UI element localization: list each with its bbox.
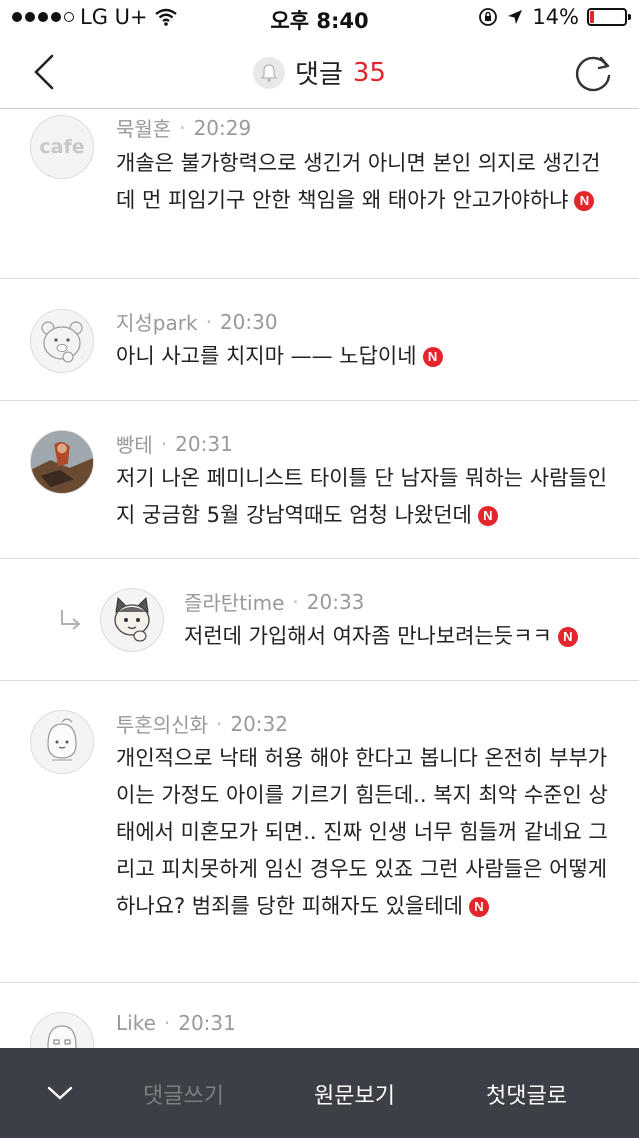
comment-time: 20:31 xyxy=(178,1011,236,1035)
first-comment-button[interactable]: 첫댓글로 xyxy=(486,1078,567,1110)
comment-author[interactable]: 빵테 xyxy=(116,429,153,458)
comment-text: 개인적으로 낙태 허용 해야 한다고 봅니다 온전히 부부가 이는 가정도 아이… xyxy=(116,746,608,918)
peach-avatar-icon xyxy=(47,718,77,761)
avatar-cafe-label: cafe xyxy=(39,136,85,158)
avatar[interactable] xyxy=(100,588,164,652)
refresh-button[interactable] xyxy=(571,52,615,96)
collapse-button[interactable] xyxy=(0,1048,120,1138)
comment-meta: Like · 20:31 xyxy=(116,1011,236,1035)
comment-item[interactable]: cafe 묵월혼 · 20:29 개솔은 불가항력으로 생긴거 아니면 본인 의… xyxy=(0,109,639,279)
comment-author[interactable]: 즐라탄time xyxy=(184,587,284,616)
comment-meta: 투혼의신화 · 20:32 xyxy=(116,709,288,738)
rotation-lock-icon xyxy=(479,8,498,26)
title-text: 댓글 xyxy=(295,60,343,90)
reply-arrow-icon xyxy=(61,610,81,630)
bottom-toolbar: 댓글쓰기 원문보기 첫댓글로 xyxy=(0,1048,639,1138)
comment-list: cafe 묵월혼 · 20:29 개솔은 불가항력으로 생긴거 아니면 본인 의… xyxy=(0,109,639,1083)
status-right: 14% xyxy=(478,5,631,29)
bear-avatar-icon xyxy=(41,321,83,363)
reply-item[interactable]: 즐라탄time · 20:33 저런데 가입해서 여자좀 만나보려는듯ㅋㅋ N xyxy=(0,559,639,681)
comment-time: 20:31 xyxy=(175,431,233,456)
comment-text: 저기 나온 페미니스트 타이틀 단 남자들 뭐하는 사람들인지 궁금함 5월 강… xyxy=(116,466,608,527)
n-badge-icon: N xyxy=(422,346,443,367)
comment-time: 20:32 xyxy=(230,711,288,736)
n-badge-icon: N xyxy=(477,505,498,526)
comment-time: 20:33 xyxy=(306,589,365,614)
comment-meta: 묵월혼 · 20:29 xyxy=(116,113,251,142)
battery-icon xyxy=(587,8,631,26)
n-badge-icon: N xyxy=(557,626,578,647)
comment-text: 저런데 가입해서 여자좀 만나보려는듯ㅋㅋ N xyxy=(184,618,611,655)
battery-percent: 14% xyxy=(532,5,579,29)
status-bar: LG U+ 오후 8:40 14% xyxy=(0,0,639,36)
n-badge-icon: N xyxy=(468,896,489,917)
comment-item[interactable]: 지성park · 20:30 아니 사고를 치지마 —— 노답이네 N xyxy=(0,279,639,401)
comment-meta: 즐라탄time · 20:33 xyxy=(184,587,364,616)
comment-author[interactable]: Like xyxy=(116,1011,156,1035)
cat-avatar-icon xyxy=(114,596,150,642)
avatar[interactable] xyxy=(30,430,94,494)
comment-text: 개솔은 불가항력으로 생긴거 아니면 본인 의지로 생긴건데 먼 피임기구 안한… xyxy=(116,151,601,212)
chevron-down-icon xyxy=(47,1086,73,1100)
bell-icon[interactable] xyxy=(253,56,286,89)
comment-text: 아니 사고를 치지마 —— 노답이네 N xyxy=(116,338,611,375)
comment-author[interactable]: 묵월혼 xyxy=(116,113,171,142)
comment-author[interactable]: 지성park xyxy=(116,307,198,336)
comment-item[interactable]: 투혼의신화 · 20:32 개인적으로 낙태 허용 해야 한다고 봅니다 온전히… xyxy=(0,681,639,983)
write-comment-button[interactable]: 댓글쓰기 xyxy=(143,1078,224,1110)
page-title: 댓글 35 xyxy=(0,54,639,91)
comment-item[interactable]: 빵테 · 20:31 저기 나온 페미니스트 타이틀 단 남자들 뭐하는 사람들… xyxy=(0,401,639,559)
location-arrow-icon xyxy=(508,10,523,24)
comment-meta: 지성park · 20:30 xyxy=(116,307,278,336)
comment-count: 35 xyxy=(352,57,386,88)
avatar[interactable]: cafe xyxy=(30,115,94,179)
comment-meta: 빵테 · 20:31 xyxy=(116,429,233,458)
n-badge-icon: N xyxy=(574,190,595,211)
avatar[interactable] xyxy=(30,309,94,373)
nav-bar: 댓글 35 xyxy=(0,36,639,109)
comment-time: 20:29 xyxy=(193,115,252,140)
avatar[interactable] xyxy=(30,710,94,774)
view-original-button[interactable]: 원문보기 xyxy=(314,1078,395,1110)
comment-author[interactable]: 투혼의신화 xyxy=(116,709,208,738)
photo-avatar-icon xyxy=(31,431,93,493)
comment-time: 20:30 xyxy=(219,309,278,334)
